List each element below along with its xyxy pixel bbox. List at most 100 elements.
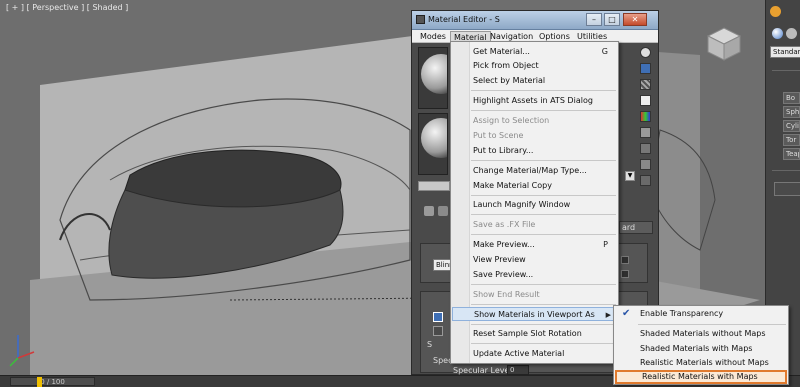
menu-item-put-to-scene[interactable]: Put to Scene <box>452 129 618 143</box>
select-by-material-icon[interactable] <box>640 159 651 170</box>
material-editor-titlebar[interactable]: Material Editor - S – □ ✕ <box>412 11 658 30</box>
shapes-icon[interactable] <box>786 28 797 39</box>
scroll-down-arrow[interactable]: ▼ <box>625 171 635 181</box>
face-map-checkbox[interactable] <box>621 270 629 278</box>
submenu-item-shaded-with-maps[interactable]: Shaded Materials with Maps <box>615 342 787 356</box>
menu-item-label: Select by Material <box>473 76 546 85</box>
wire-checkbox[interactable] <box>621 256 629 264</box>
submenu-item-enable-transparency[interactable]: ✔ Enable Transparency <box>615 307 787 321</box>
menu-item-label: Assign to Selection <box>473 116 550 125</box>
menu-separator <box>471 304 616 305</box>
menu-item-label: Update Active Material <box>473 349 565 358</box>
backlight-icon[interactable] <box>640 63 651 74</box>
diffuse-lock-icon[interactable] <box>433 326 443 336</box>
menu-item-update-active-material[interactable]: Update Active Material <box>452 347 618 361</box>
viewport-label[interactable]: [ + ] [ Perspective ] [ Shaded ] <box>6 3 128 12</box>
menu-item-make-preview[interactable]: Make Preview... P <box>452 238 618 252</box>
sample-slot[interactable] <box>418 113 448 175</box>
menu-item-show-end-result[interactable]: Show End Result <box>452 288 618 302</box>
divider <box>772 170 800 171</box>
viewcube-icon[interactable] <box>704 24 744 64</box>
menu-item-assign-to-selection[interactable]: Assign to Selection <box>452 114 618 128</box>
menu-separator <box>471 324 616 325</box>
submenu-item-shaded-without-maps[interactable]: Shaded Materials without Maps <box>615 327 787 341</box>
menu-separator <box>471 234 616 235</box>
toolbar-button[interactable]: ard <box>619 221 653 234</box>
menu-item-highlight-assets[interactable]: Highlight Assets in ATS Dialog <box>452 94 618 108</box>
time-slider[interactable]: 0 / 100 <box>10 377 95 386</box>
menu-item-save-as-fx[interactable]: Save as .FX File <box>452 218 618 232</box>
options-icon[interactable] <box>640 143 651 154</box>
sample-type-icon[interactable] <box>640 47 651 58</box>
torus-button[interactable]: Tor <box>783 134 800 146</box>
menu-separator <box>471 284 616 285</box>
sphere-icon[interactable] <box>772 28 783 39</box>
sphere-button[interactable]: Sphe <box>783 106 800 118</box>
specular-level-label: Specular Level: <box>453 366 515 375</box>
menu-item-label: Make Material Copy <box>473 181 552 190</box>
submenu-item-realistic-with-maps[interactable]: Realistic Materials with Maps <box>615 370 787 384</box>
video-color-icon[interactable] <box>640 111 651 122</box>
menu-item-select-by-material[interactable]: Select by Material <box>452 74 618 88</box>
make-preview-icon[interactable] <box>640 127 651 138</box>
submenu-item-label: Shaded Materials with Maps <box>640 344 753 353</box>
menu-item-label: View Preview <box>473 255 526 264</box>
cylinder-button[interactable]: Cylin <box>783 120 800 132</box>
menu-item-label: Make Preview... <box>473 240 535 249</box>
menu-item-label: Get Material... <box>473 47 530 56</box>
get-material-icon[interactable] <box>424 206 434 216</box>
teapot-button[interactable]: Teap <box>783 148 800 160</box>
menu-separator <box>471 343 616 344</box>
menu-separator <box>471 160 616 161</box>
time-slider-handle[interactable] <box>37 377 42 387</box>
viewport-material-submenu: ✔ Enable Transparency Shaded Materials wi… <box>613 305 789 385</box>
ambient-lock-icon[interactable] <box>433 312 443 322</box>
menu-item-label: Show End Result <box>473 290 540 299</box>
menu-separator <box>471 195 616 196</box>
menu-item-label: Show Materials in Viewport As <box>474 310 595 319</box>
menu-item-show-materials-in-viewport-as[interactable]: Show Materials in Viewport As ▶ <box>452 307 618 321</box>
menu-item-label: Save as .FX File <box>473 220 536 229</box>
menu-separator <box>471 214 616 215</box>
menu-item-put-to-library[interactable]: Put to Library... <box>452 144 618 158</box>
menu-item-save-preview[interactable]: Save Preview... <box>452 268 618 282</box>
sun-icon[interactable] <box>770 6 781 17</box>
menu-item-launch-magnify-window[interactable]: Launch Magnify Window <box>452 198 618 212</box>
menu-item-pick-from-object[interactable]: Pick from Object <box>452 59 618 73</box>
menu-item-make-material-copy[interactable]: Make Material Copy <box>452 179 618 193</box>
submenu-item-realistic-without-maps[interactable]: Realistic Materials without Maps <box>615 356 787 370</box>
background-icon[interactable] <box>640 79 651 90</box>
menu-item-label: Put to Scene <box>473 131 524 140</box>
shortcut-label: G <box>601 47 608 56</box>
specular-level-value: 0 <box>510 366 515 374</box>
submenu-item-label: Enable Transparency <box>640 309 724 318</box>
box-button[interactable]: Bo <box>783 92 800 104</box>
maximize-button[interactable]: □ <box>604 13 620 26</box>
put-to-scene-icon[interactable] <box>438 206 448 216</box>
menu-item-label: Put to Library... <box>473 146 534 155</box>
color-swatch[interactable] <box>774 182 800 196</box>
checkmark-icon: ✔ <box>622 308 631 319</box>
submenu-item-label: Realistic Materials without Maps <box>640 358 769 367</box>
material-navigator-icon[interactable] <box>640 175 651 186</box>
scrollbar[interactable] <box>418 181 450 191</box>
menu-item-label: Reset Sample Slot Rotation <box>473 329 582 338</box>
menu-modes[interactable]: Modes <box>417 31 449 42</box>
menu-item-view-preview[interactable]: View Preview <box>452 253 618 267</box>
menu-item-reset-sample-slot-rotation[interactable]: Reset Sample Slot Rotation <box>452 327 618 341</box>
menu-item-label: Change Material/Map Type... <box>473 166 587 175</box>
material-menu-dropdown: Get Material... G Pick from Object Select… <box>450 41 619 364</box>
menu-item-get-material[interactable]: Get Material... G <box>452 45 618 59</box>
object-type-dropdown[interactable]: Standard <box>770 46 800 58</box>
menu-item-change-material-type[interactable]: Change Material/Map Type... <box>452 164 618 178</box>
uv-tiling-icon[interactable] <box>640 95 651 106</box>
specular-level-spinner[interactable]: 0 <box>507 365 529 375</box>
window-title: Material Editor - S <box>428 15 500 24</box>
close-button[interactable]: ✕ <box>623 13 647 26</box>
menu-item-label: Save Preview... <box>473 270 534 279</box>
sample-slot[interactable] <box>418 47 448 109</box>
menu-item-label: Pick from Object <box>473 61 539 70</box>
shortcut-label: P <box>603 240 608 249</box>
minimize-button[interactable]: – <box>586 13 602 26</box>
app-icon <box>416 15 425 24</box>
